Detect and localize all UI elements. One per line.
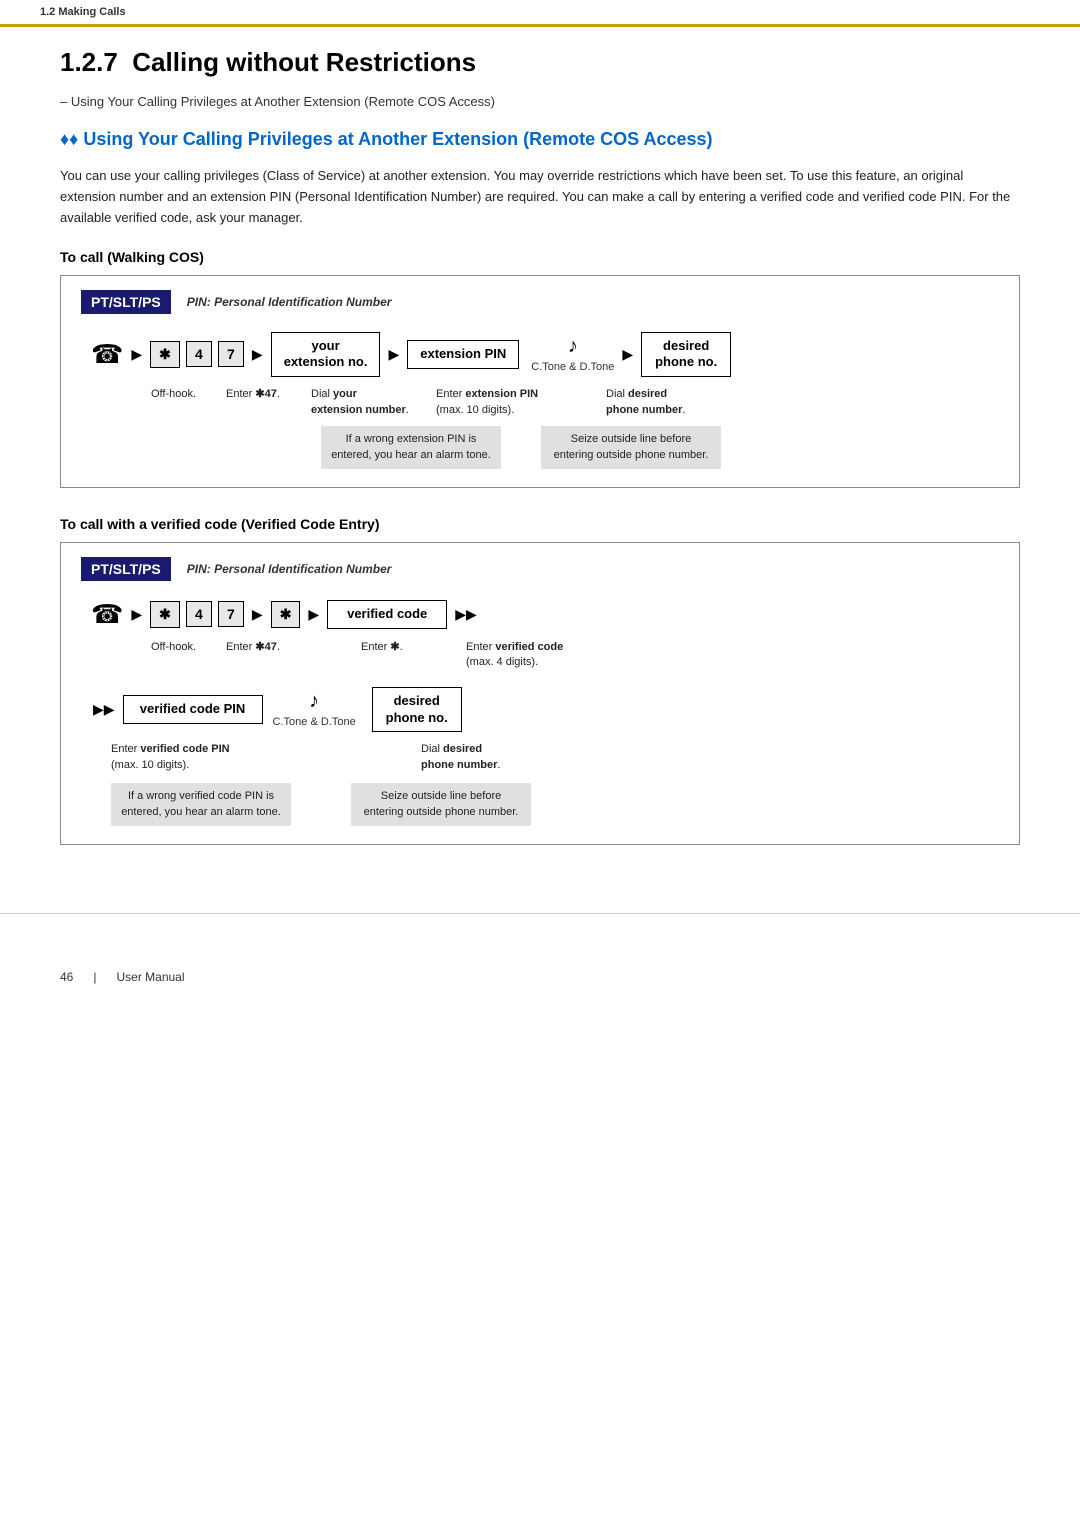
desired-label-1: desiredphone no. — [655, 338, 717, 370]
label-enter-star: Enter ✱. — [361, 640, 446, 655]
diagram1-box: PT/SLT/PS PIN: Personal Identification N… — [60, 275, 1020, 488]
label-enter-ext-pin: Enter extension PIN(max. 10 digits). — [436, 387, 566, 418]
page-footer: 46 | User Manual — [0, 954, 1080, 1000]
diagram1-labels-row: Off-hook. Enter ✱47. Dial yourextension … — [81, 387, 999, 418]
topbar-label: 1.2 Making Calls — [40, 6, 126, 18]
diagram2-flow-row2: ▶▶ verified code PIN ♪ C.Tone & D.Tone d… — [81, 687, 999, 733]
footer-separator — [0, 913, 1080, 914]
diagram2-header: PT/SLT/PS PIN: Personal Identification N… — [81, 557, 999, 581]
diagram1-flow-row: ☎ ▶ ✱ 4 7 ▶ yourextension no. ▶ extensio… — [81, 332, 999, 378]
arrow2: ▶ — [252, 346, 263, 363]
key-star-2: ✱ — [150, 601, 180, 628]
diagram1-header: PT/SLT/PS PIN: Personal Identification N… — [81, 290, 999, 314]
diagram1-heading: To call (Walking COS) — [60, 249, 1020, 265]
verified-code-label: verified code — [347, 606, 427, 621]
diagram2-box: PT/SLT/PS PIN: Personal Identification N… — [60, 542, 1020, 845]
desired-phone-box-1: desiredphone no. — [641, 332, 731, 378]
note2-2: Seize outside line before entering outsi… — [351, 783, 531, 826]
arr2-1: ▶ — [131, 606, 142, 623]
label-dial-your: Dial yourextension number. — [311, 387, 416, 418]
description-text: You can use your calling privileges (Cla… — [60, 166, 1020, 228]
arr2-3: ▶ — [308, 606, 319, 623]
key-7-1: 7 — [218, 341, 244, 367]
verified-code-pin-label: verified code PIN — [140, 701, 245, 716]
arrow3: ▶ — [388, 346, 399, 363]
phone-icon-2: ☎ — [91, 599, 123, 630]
footer-label: User Manual — [116, 970, 184, 984]
diagram2-notes-row: If a wrong verified code PIN is entered,… — [81, 783, 999, 826]
label-enter-verified-pin: Enter verified code PIN(max. 10 digits). — [111, 742, 311, 773]
note2-1: Seize outside line before entering outsi… — [541, 426, 721, 469]
key-star-only: ✱ — [271, 601, 301, 628]
diagram2-flow-row1: ☎ ▶ ✱ 4 7 ▶ ✱ ▶ verified code ▶▶ — [81, 599, 999, 630]
page-number: 46 — [60, 970, 73, 984]
desired-phone-box-2: desiredphone no. — [372, 687, 462, 733]
label-enter-star47-1: Enter ✱47. — [226, 387, 301, 402]
tone-label-2: C.Tone & D.Tone — [273, 715, 356, 729]
diagram2-heading: To call with a verified code (Verified C… — [60, 516, 1020, 532]
label-enter-star47-2: Enter ✱47. — [226, 640, 296, 655]
footer-separator-pipe: | — [93, 970, 96, 984]
note1-1: If a wrong extension PIN is entered, you… — [321, 426, 501, 469]
pin-label-2: PIN: Personal Identification Number — [187, 562, 392, 576]
breadcrumb: – Using Your Calling Privileges at Anoth… — [60, 94, 1020, 109]
subsection-title: ♦♦ Using Your Calling Privileges at Anot… — [60, 127, 1020, 152]
key-4-1: 4 — [186, 341, 212, 367]
label-offhook-1: Off-hook. — [151, 387, 216, 402]
label-enter-verified-code: Enter verified code(max. 4 digits). — [466, 640, 626, 671]
diagram2-labels-row2: Enter verified code PIN(max. 10 digits).… — [81, 742, 999, 773]
label-dial-desired-2: Dial desiredphone number. — [421, 742, 541, 773]
diagram1-notes-row: If a wrong extension PIN is entered, you… — [81, 426, 999, 469]
tone-col-1: ♪ C.Tone & D.Tone — [531, 335, 614, 374]
tone-label-1: C.Tone & D.Tone — [531, 360, 614, 374]
label-dial-desired-1: Dial desiredphone number. — [606, 387, 706, 418]
key-star-1: ✱ — [150, 341, 180, 368]
pt-badge-2: PT/SLT/PS — [81, 557, 171, 581]
tone-col-2: ♪ C.Tone & D.Tone — [273, 690, 356, 729]
diagram2-labels-row1: Off-hook. Enter ✱47. Enter ✱. Enter veri… — [81, 640, 999, 671]
verified-code-pin-box: verified code PIN — [123, 695, 263, 724]
key-4-2: 4 — [186, 601, 212, 627]
phone-icon-1: ☎ — [91, 339, 123, 370]
arr2-2: ▶ — [252, 606, 263, 623]
your-ext-label: yourextension no. — [284, 338, 368, 370]
key-7-2: 7 — [218, 601, 244, 627]
page-content: 1.2.7 Calling without Restrictions – Usi… — [0, 27, 1080, 913]
note1-2: If a wrong verified code PIN is entered,… — [111, 783, 291, 826]
label-offhook-2: Off-hook. — [151, 640, 216, 655]
desired-label-2: desiredphone no. — [386, 693, 448, 725]
section-title: 1.2.7 Calling without Restrictions — [60, 47, 1020, 78]
verified-code-box: verified code — [327, 600, 447, 629]
double-arr-1: ▶▶ — [455, 606, 477, 623]
double-arr-2: ▶▶ — [93, 701, 115, 718]
ext-pin-label: extension PIN — [420, 346, 506, 361]
music-note-1: ♪ — [568, 335, 578, 358]
arrow1: ▶ — [131, 346, 142, 363]
arrow4: ▶ — [622, 346, 633, 363]
extension-pin-box: extension PIN — [407, 340, 519, 369]
pt-badge-1: PT/SLT/PS — [81, 290, 171, 314]
music-note-2: ♪ — [309, 690, 319, 713]
your-extension-box: yourextension no. — [271, 332, 381, 378]
pin-label-1: PIN: Personal Identification Number — [187, 295, 392, 309]
top-bar: 1.2 Making Calls — [0, 0, 1080, 27]
